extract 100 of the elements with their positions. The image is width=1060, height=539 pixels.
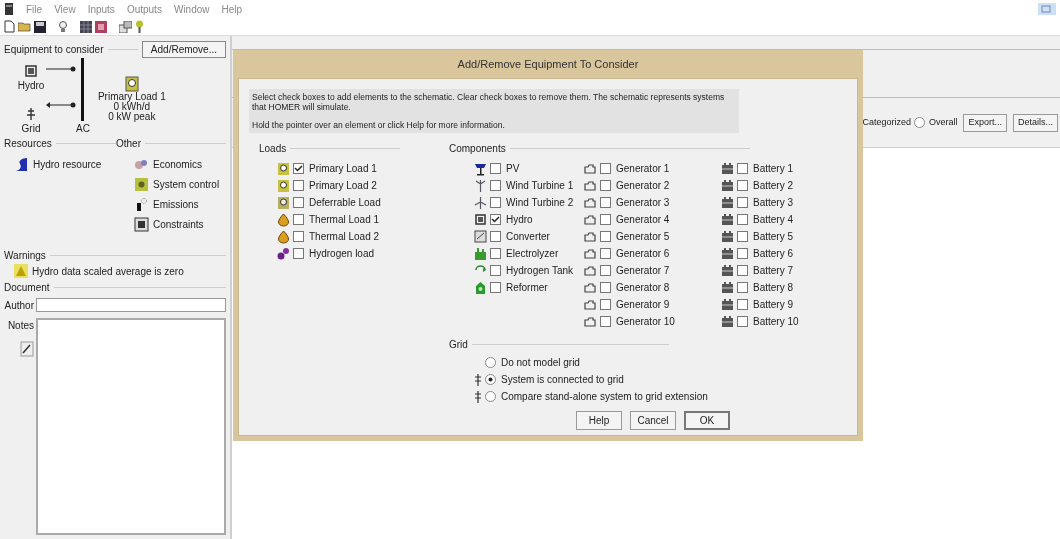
other-link[interactable]: Economics	[153, 156, 202, 172]
author-field[interactable]	[36, 298, 226, 312]
checkbox[interactable]	[600, 214, 611, 225]
other-link[interactable]: System control	[153, 176, 220, 192]
checkbox-label: Battery 1	[753, 162, 794, 176]
checkbox[interactable]	[737, 214, 748, 225]
notes-field[interactable]	[36, 318, 226, 535]
solar-panel-icon	[474, 161, 487, 176]
battery-icon	[721, 263, 734, 278]
pencil-icon[interactable]	[20, 341, 34, 357]
save-icon[interactable]	[34, 20, 46, 33]
checkbox[interactable]	[600, 163, 611, 174]
checkbox[interactable]	[490, 248, 501, 259]
battery-icon	[721, 229, 734, 244]
battery-icon	[721, 280, 734, 295]
checkbox[interactable]	[600, 197, 611, 208]
wind-turbine-icon	[474, 195, 487, 210]
menu-item[interactable]: Outputs	[126, 1, 162, 17]
checkbox[interactable]	[490, 282, 501, 293]
checkbox-label: Generator 6	[616, 247, 670, 261]
group-label: Components	[449, 141, 506, 156]
menu-item[interactable]: View	[54, 1, 76, 17]
generator-icon	[584, 314, 597, 329]
checkbox[interactable]	[293, 231, 304, 242]
checkbox[interactable]	[490, 214, 501, 225]
chart-icon[interactable]	[95, 20, 107, 33]
add-remove-button[interactable]: Add/Remove...	[141, 40, 226, 58]
wind-turbine-icon	[474, 178, 487, 193]
checkbox-label: Generator 2	[616, 179, 670, 193]
checkbox[interactable]	[600, 180, 611, 191]
checkbox-label: Electrolyzer	[506, 247, 559, 261]
group-label: Loads	[259, 141, 287, 156]
checkbox[interactable]	[600, 231, 611, 242]
checkbox[interactable]	[737, 248, 748, 259]
new-file-icon[interactable]	[4, 20, 15, 33]
folder-icon[interactable]	[18, 21, 31, 32]
radio-button[interactable]	[485, 374, 496, 385]
checkbox-label: Battery 8	[753, 281, 794, 295]
checkbox[interactable]	[490, 197, 501, 208]
checkbox[interactable]	[737, 265, 748, 276]
generator-icon	[584, 195, 597, 210]
checkbox[interactable]	[737, 282, 748, 293]
checkbox[interactable]	[490, 231, 501, 242]
group-label: Grid	[449, 337, 468, 352]
checkbox[interactable]	[490, 180, 501, 191]
radio-button[interactable]	[485, 391, 496, 402]
ac-bus	[81, 58, 85, 121]
lightbulb-icon[interactable]	[58, 20, 68, 33]
menu-item[interactable]: Inputs	[87, 1, 115, 17]
checkbox[interactable]	[490, 163, 501, 174]
checkbox[interactable]	[600, 248, 611, 259]
checkbox-label: Deferrable Load	[309, 196, 381, 210]
grid-table-icon[interactable]	[80, 20, 92, 33]
checkbox[interactable]	[600, 265, 611, 276]
checkbox[interactable]	[600, 299, 611, 310]
menu-item[interactable]: Window	[173, 1, 210, 17]
resource-link[interactable]: Hydro resource	[33, 156, 102, 172]
frame-icon	[134, 216, 149, 232]
checkbox[interactable]	[737, 299, 748, 310]
other-link[interactable]: Emissions	[153, 196, 199, 212]
other-link[interactable]: Constraints	[153, 216, 204, 232]
checkbox[interactable]	[293, 248, 304, 259]
app-icon[interactable]	[4, 3, 14, 15]
checkbox[interactable]	[737, 197, 748, 208]
checkbox[interactable]	[600, 316, 611, 327]
checkbox[interactable]	[490, 265, 501, 276]
menu-item[interactable]: File	[26, 1, 43, 17]
checkbox[interactable]	[600, 282, 611, 293]
checkbox[interactable]	[293, 214, 304, 225]
toolbar-button[interactable]: Export...	[963, 113, 1007, 132]
radio-button[interactable]	[913, 117, 925, 128]
battery-icon	[721, 161, 734, 176]
windows-icon[interactable]	[119, 20, 132, 33]
radio-button[interactable]	[485, 357, 496, 368]
help-icon[interactable]	[135, 20, 144, 33]
dialog-button[interactable]: OK	[684, 411, 730, 430]
checkbox-label: Reformer	[506, 281, 548, 295]
checkbox[interactable]	[737, 231, 748, 242]
checkbox[interactable]	[293, 163, 304, 174]
field-label: Notes	[7, 319, 34, 333]
instruction-text: Hold the pointer over an element or click Help for more information.	[252, 120, 506, 130]
battery-icon	[721, 212, 734, 227]
checkbox-label: Wind Turbine 2	[506, 196, 574, 210]
node-label: Hydro	[17, 79, 45, 93]
checkbox[interactable]	[737, 163, 748, 174]
battery-icon	[721, 246, 734, 261]
checkbox-label: Primary Load 2	[309, 179, 377, 193]
connector-line	[46, 66, 76, 72]
checkbox[interactable]	[737, 316, 748, 327]
checkbox[interactable]	[737, 180, 748, 191]
checkbox[interactable]	[293, 197, 304, 208]
checkbox-label: Battery 2	[753, 179, 794, 193]
generator-icon	[584, 263, 597, 278]
checkbox[interactable]	[293, 180, 304, 191]
dialog-button[interactable]: Cancel	[630, 411, 676, 430]
dialog-button[interactable]: Help	[576, 411, 622, 430]
flame-icon	[277, 229, 290, 244]
menu-item[interactable]: Help	[221, 1, 243, 17]
checkbox-label: Generator 10	[616, 315, 675, 329]
toolbar-button[interactable]: Details...	[1013, 113, 1058, 132]
